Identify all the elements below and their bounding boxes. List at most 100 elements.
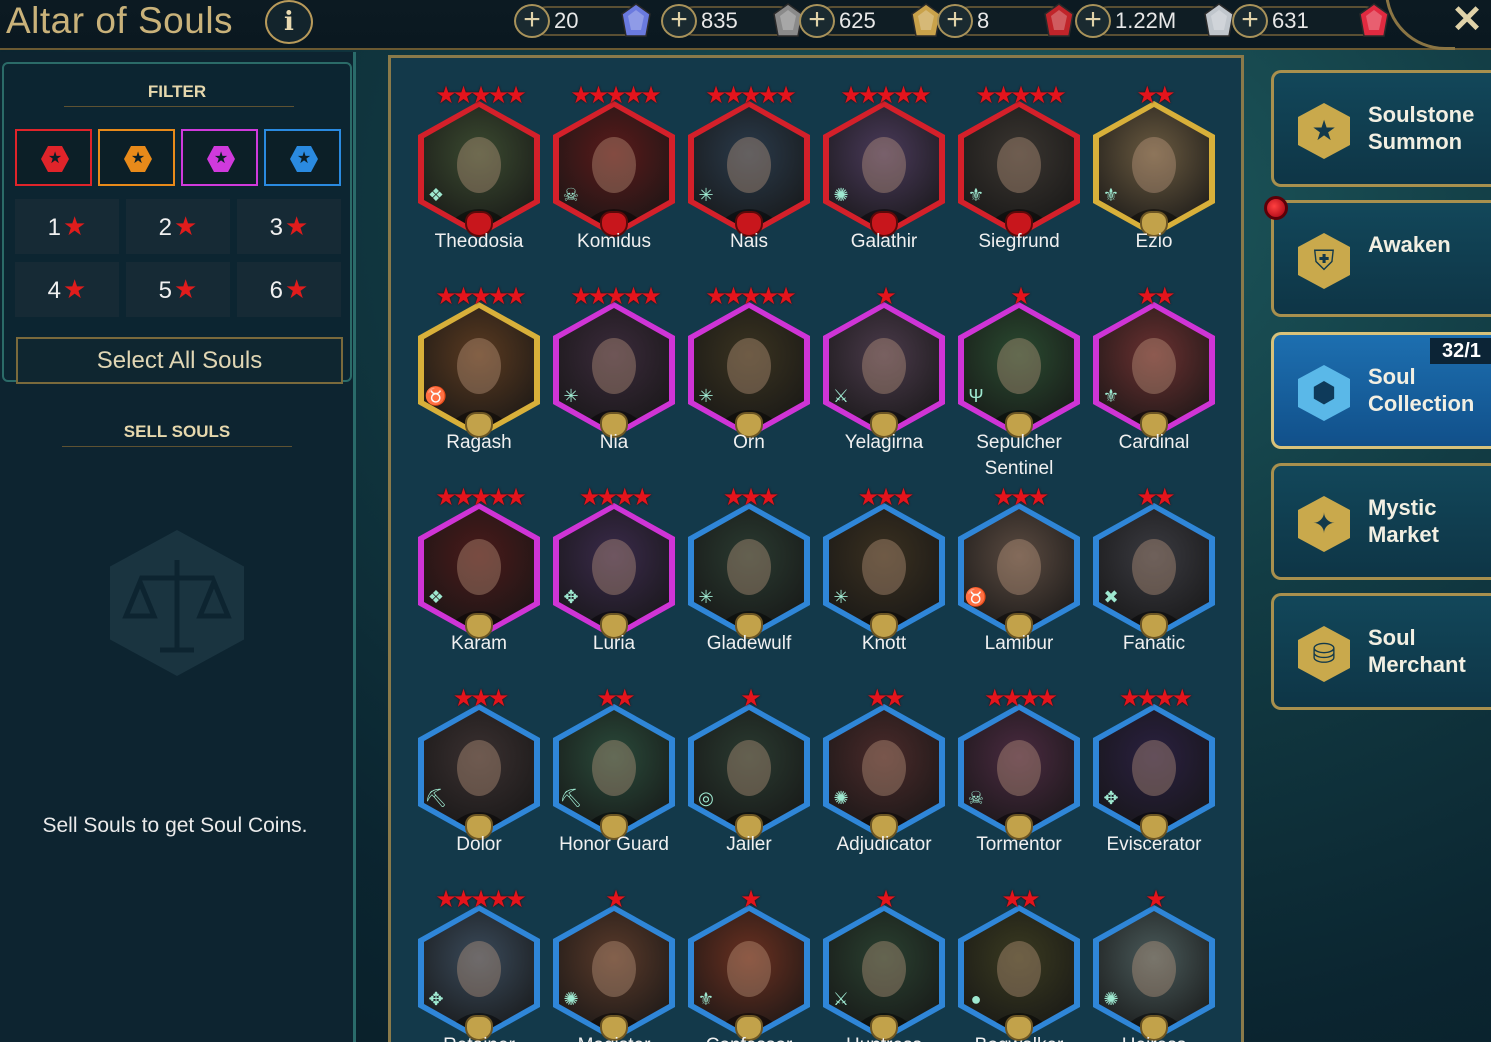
soul-stars: ★★★ — [452, 685, 510, 712]
soul-card[interactable]: ★★★ ♉ Lamibur — [958, 485, 1093, 685]
star-filter-1[interactable]: 1★ — [15, 199, 119, 254]
soul-card[interactable]: ★★ ⛏ Honor Guard — [553, 686, 688, 886]
soul-name: Dolor — [456, 834, 502, 855]
soul-stars: ★★★★ — [983, 685, 1058, 712]
soul-card[interactable]: ★✺Heiress — [1093, 887, 1228, 1042]
soul-name: Huntress — [811, 1033, 957, 1042]
soul-name: Luria — [592, 633, 636, 654]
energy-crystal-icon — [616, 2, 656, 40]
nav-soul-collection-button[interactable]: ⬢ Soul Collection 32/1 — [1271, 332, 1491, 449]
star-filter-2[interactable]: 2★ — [126, 199, 230, 254]
info-button[interactable]: i — [265, 0, 313, 44]
high-elf-icon: ✺ — [563, 989, 579, 1009]
star-filter-3[interactable]: 3★ — [237, 199, 341, 254]
soul-card[interactable]: ★★★★★ ♉ Ragash — [418, 284, 553, 484]
soul-card[interactable]: ★★★★★ ❖ Theodosia — [418, 83, 553, 283]
star-filter-6[interactable]: 6★ — [237, 262, 341, 317]
add-tag-arena-token-button[interactable]: + — [799, 4, 835, 38]
soul-card[interactable]: ★★★ ✳ Gladewulf — [688, 485, 823, 685]
soul-name: Karam — [451, 633, 507, 654]
soul-name: Retainer — [406, 1033, 552, 1042]
nav-label: Soul Collection — [1368, 364, 1475, 416]
soulstone-icon: ★ — [1298, 103, 1350, 159]
rarity-filter-epic-red[interactable] — [15, 129, 92, 186]
add-gems-button[interactable]: + — [1232, 4, 1268, 38]
soul-card[interactable]: ★★★★★ ✺ Galathir — [823, 83, 958, 283]
soul-card[interactable]: ★★★★ ☠ Tormentor — [958, 686, 1093, 886]
soul-card[interactable]: ★★●Bogwalker — [958, 887, 1093, 1042]
soul-card[interactable]: ★★ ✺ Adjudicator — [823, 686, 958, 886]
nav-label: Awaken — [1368, 232, 1451, 257]
soul-card[interactable]: ★★★★ ✥ Luria — [553, 485, 688, 685]
add-energy-button[interactable]: + — [514, 4, 550, 38]
soul-card[interactable]: ★★★ ✳ Knott — [823, 485, 958, 685]
soul-stars: ★★★★★ — [975, 82, 1067, 109]
soul-card[interactable]: ★★★★★ ☠ Komidus — [553, 83, 688, 283]
soul-card[interactable]: ★★★★★ ✳ Nais — [688, 83, 823, 283]
soul-stars: ★★ — [1001, 886, 1040, 913]
undead-icon: ☠ — [967, 788, 985, 808]
dark-elf-icon: ✥ — [563, 587, 579, 607]
filter-title: FILTER — [147, 82, 207, 101]
divider — [64, 106, 294, 107]
rarity-star-icon — [290, 146, 318, 172]
soul-card[interactable]: ★★★★★ ✳ Nia — [553, 284, 688, 484]
soul-name: Theodosia — [434, 231, 524, 252]
soul-card[interactable]: ★★★★★ ✳ Orn — [688, 284, 823, 484]
soul-stars: ★★ — [866, 685, 905, 712]
soul-card[interactable]: ★★★★★ ⚜ Siegfrund — [958, 83, 1093, 283]
sell-souls-title: SELL SOULS — [123, 422, 231, 441]
nav-mystic-market-button[interactable]: ✦ Mystic Market — [1271, 463, 1491, 580]
elf-icon: ✳ — [698, 185, 714, 205]
add-arena-token-button[interactable]: + — [661, 4, 697, 38]
soul-name: Komidus — [577, 231, 651, 252]
soul-card[interactable]: ★✺Magister — [553, 887, 688, 1042]
nav-soulstone-summon-button[interactable]: ★ Soulstone Summon — [1271, 70, 1491, 187]
rarity-filter-legendary-orange[interactable] — [98, 129, 175, 186]
elf-icon: ✳ — [698, 386, 714, 406]
soul-count-badge: 32/1 — [1430, 338, 1491, 364]
close-button[interactable]: ✕ — [1447, 0, 1487, 42]
nav-awaken-button[interactable]: ⛨ Awaken — [1271, 200, 1491, 317]
soul-name: Sepulcher Sentinel — [976, 432, 1062, 479]
nav-soul-merchant-button[interactable]: ⛁ Soul Merchant — [1271, 593, 1491, 710]
sell-souls-text: Sell Souls to get Soul Coins. — [42, 814, 308, 837]
notification-dot — [1264, 196, 1288, 220]
soul-card[interactable]: ★★ ⚜ Ezio — [1093, 83, 1228, 283]
soul-card[interactable]: ★ ⚔ Yelagirna — [823, 284, 958, 484]
soul-stars: ★★★★★ — [705, 283, 797, 310]
soul-card[interactable]: ★★ ⚜ Cardinal — [1093, 284, 1228, 484]
banner-lords-icon: ⚜ — [1102, 386, 1120, 406]
orc-icon: ● — [970, 989, 982, 1009]
star-filter-label: 3 — [269, 214, 284, 241]
star-filter-4[interactable]: 4★ — [15, 262, 119, 317]
soul-name: Tormentor — [976, 834, 1062, 855]
star-icon: ★ — [174, 274, 198, 304]
soul-card[interactable]: ★⚔Huntress — [823, 887, 958, 1042]
soul-card[interactable]: ★★★★★✥Retainer — [418, 887, 553, 1042]
soul-card[interactable]: ★ Ψ Sepulcher Sentinel — [958, 284, 1093, 484]
soul-name: Ezio — [1135, 231, 1173, 252]
add-live-arena-token-button[interactable]: + — [937, 4, 973, 38]
soul-stars: ★★★★★ — [840, 82, 932, 109]
add-silver-button[interactable]: + — [1075, 4, 1111, 38]
soul-name: Knott — [861, 633, 907, 654]
soul-card[interactable]: ★★★★★ ❖ Karam — [418, 485, 553, 685]
rarity-filter-mythic-purple[interactable] — [181, 129, 258, 186]
elf-icon: ✳ — [563, 386, 579, 406]
soul-card[interactable]: ★★ ✖ Fanatic — [1093, 485, 1228, 685]
soul-stars: ★★★ — [857, 484, 915, 511]
soul-card[interactable]: ★★★★ ✥ Eviscerator — [1093, 686, 1228, 886]
select-all-souls-button[interactable]: Select All Souls — [16, 337, 343, 384]
soul-card[interactable]: ★★★ ⛏ Dolor — [418, 686, 553, 886]
soul-card[interactable]: ★ ◎ Jailer — [688, 686, 823, 886]
soul-merchant-icon: ⛁ — [1298, 626, 1350, 682]
soul-name: Honor Guard — [559, 834, 669, 855]
soul-card[interactable]: ★⚜Confessor — [688, 887, 823, 1042]
star-icon: ★ — [285, 274, 309, 304]
star-filter-5[interactable]: 5★ — [126, 262, 230, 317]
high-elf-icon: ✺ — [1103, 989, 1119, 1009]
rarity-filter-rare-blue[interactable] — [264, 129, 341, 186]
soul-name: Eviscerator — [1106, 834, 1202, 855]
soul-stars: ★ — [1010, 283, 1032, 310]
